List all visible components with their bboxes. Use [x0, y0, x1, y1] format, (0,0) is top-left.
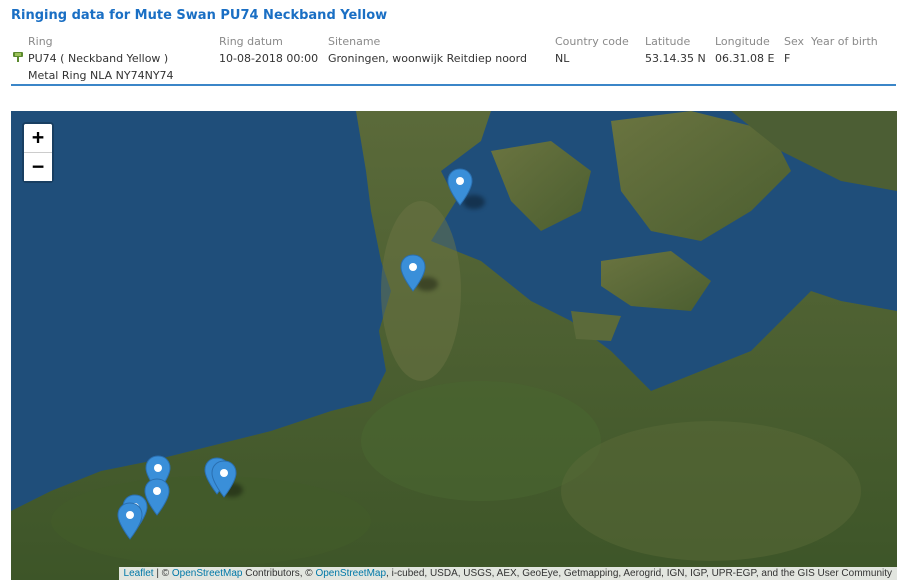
sitename-value: Groningen, woonwijk Reitdiep noord	[328, 52, 527, 65]
map-marker[interactable]	[400, 254, 426, 292]
sex-value: F	[784, 52, 791, 65]
map-marker[interactable]	[117, 502, 143, 540]
attribution-text: | ©	[153, 568, 172, 579]
country-code-value: NL	[555, 52, 570, 65]
table-row-secondary: Metal Ring NLA NY74NY74	[0, 69, 911, 83]
zoom-in-button[interactable]: +	[24, 124, 52, 153]
table-header: Ring Ring datum Sitename Country code La…	[0, 35, 911, 49]
latitude-value: 53.14.35 N	[645, 52, 706, 65]
col-country-code: Country code	[555, 35, 629, 48]
table-row: PU74 ( Neckband Yellow ) 10-08-2018 00:0…	[0, 52, 911, 66]
map[interactable]: + − Leaflet | © OpenStreetMap Contributo…	[11, 111, 897, 580]
leaflet-link[interactable]: Leaflet	[124, 568, 154, 579]
col-year-of-birth: Year of birth	[811, 35, 878, 48]
ring-value: PU74 ( Neckband Yellow )	[28, 52, 169, 65]
longitude-value: 06.31.08 E	[715, 52, 775, 65]
metal-ring-value: Metal Ring NLA NY74NY74	[28, 69, 174, 82]
map-attribution: Leaflet | © OpenStreetMap Contributors, …	[118, 567, 897, 580]
col-ring: Ring	[28, 35, 53, 48]
col-sex: Sex	[784, 35, 805, 48]
col-sitename: Sitename	[328, 35, 381, 48]
osm-link[interactable]: OpenStreetMap	[172, 568, 243, 579]
map-marker[interactable]	[211, 460, 237, 498]
col-longitude: Longitude	[715, 35, 770, 48]
osm-link-2[interactable]: OpenStreetMap	[315, 568, 386, 579]
attribution-text: , i-cubed, USDA, USGS, AEX, GeoEye, Getm…	[386, 568, 892, 579]
ring-icon	[12, 51, 24, 63]
zoom-control: + −	[22, 122, 54, 183]
col-ring-datum: Ring datum	[219, 35, 283, 48]
attribution-text: Contributors, ©	[242, 568, 316, 579]
ring-datum-value: 10-08-2018 00:00	[219, 52, 319, 65]
zoom-out-button[interactable]: −	[24, 153, 52, 181]
divider	[11, 84, 896, 86]
col-latitude: Latitude	[645, 35, 691, 48]
page-title: Ringing data for Mute Swan PU74 Neckband…	[11, 8, 388, 23]
map-marker[interactable]	[447, 168, 473, 206]
